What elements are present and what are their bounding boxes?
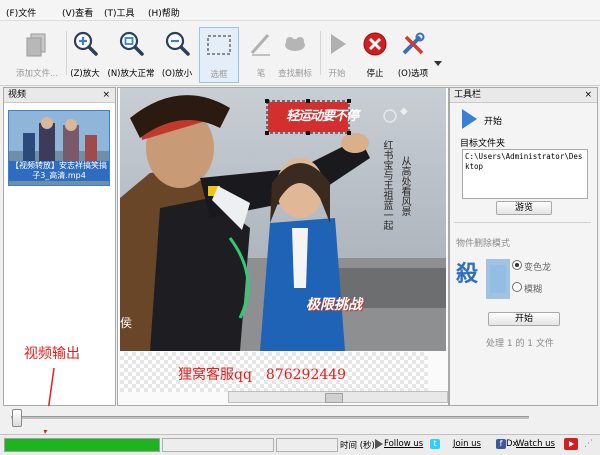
menu-file[interactable]: (F)文件 bbox=[6, 6, 36, 19]
mode-chameleon-radio[interactable] bbox=[512, 260, 522, 270]
toolbar: 添加文件... (Z)放大 (N)放大正常 (O)放小 选框 笔 查找删标 开始… bbox=[0, 21, 600, 86]
menu-help[interactable]: (H)帮助 bbox=[148, 6, 180, 19]
watermark-text: 狸窝客服qq 876292449 bbox=[178, 367, 347, 383]
play-small-icon[interactable] bbox=[374, 439, 384, 449]
menu-bar: (F)文件 (V)查看 (T)工具 (H)帮助 bbox=[0, 0, 600, 21]
close-icon[interactable]: × bbox=[102, 88, 110, 102]
watch-us-link[interactable]: Watch us bbox=[516, 439, 555, 449]
mode-blur-radio[interactable] bbox=[512, 282, 522, 292]
options-button[interactable]: (O)选项 bbox=[386, 27, 440, 81]
output-progress-fill bbox=[5, 439, 159, 451]
timeline-track[interactable] bbox=[11, 416, 529, 419]
tool-start-label: 开始 bbox=[484, 117, 503, 127]
caption-line-1: 红书宝与王祖蓝一起 bbox=[381, 140, 392, 230]
video-thumbnail[interactable]: 【视频转放】安志祥搞笑搞子3_高清.mp4 bbox=[8, 110, 110, 186]
add-file-icon bbox=[26, 33, 46, 57]
show-logo: 极限挑战 bbox=[306, 297, 362, 313]
find-remove-icon bbox=[285, 37, 305, 51]
tool-panel: 工具栏 × 开始 目标文件夹 C:\Users\Administrator\De… bbox=[449, 87, 598, 406]
zoom-in-icon bbox=[73, 31, 98, 56]
time-label: 时间 (秒): bbox=[340, 441, 378, 451]
remove-mode-label: 物件删除模式 bbox=[456, 239, 511, 249]
timeline-area bbox=[3, 406, 596, 430]
video-panel-title: 视频 × bbox=[4, 88, 115, 103]
facebook-icon[interactable]: f bbox=[496, 439, 506, 449]
video-file-name: 【视频转放】安志祥搞笑搞子3_高清.mp4 bbox=[9, 161, 109, 181]
menu-view[interactable]: (V)查看 bbox=[62, 6, 93, 19]
progress-text: 处理 1 的 1 文件 bbox=[486, 339, 554, 349]
divider bbox=[454, 222, 591, 223]
tv-logo-icon: ◆ bbox=[400, 106, 408, 117]
status-bar: 时间 (秒): Follow us t Join us f Dx Watch u… bbox=[0, 434, 600, 455]
video-panel-title-text: 视频 bbox=[8, 90, 27, 100]
mode-preview-icon: 殺 bbox=[456, 259, 510, 299]
twitter-icon[interactable]: t bbox=[430, 439, 440, 449]
subtitle-text: 侯 bbox=[120, 316, 133, 330]
tool-panel-title-text: 工具栏 bbox=[454, 90, 482, 100]
options-label: (O)选项 bbox=[397, 69, 429, 79]
browse-button[interactable]: 游览 bbox=[496, 201, 552, 215]
zoom-normal-icon bbox=[119, 31, 144, 56]
resize-grip-icon[interactable]: ⋰ bbox=[584, 439, 593, 449]
youtube-icon[interactable] bbox=[564, 438, 578, 450]
select-box-icon bbox=[207, 35, 231, 55]
menu-tools[interactable]: (T)工具 bbox=[104, 6, 135, 19]
output-progress-bar bbox=[4, 438, 160, 452]
process-start-button[interactable]: 开始 bbox=[488, 312, 560, 326]
mode-blur-label: 模糊 bbox=[524, 285, 543, 295]
annotation-label: 视频输出 bbox=[24, 346, 80, 362]
options-dropdown-icon[interactable] bbox=[434, 61, 442, 67]
target-folder-input[interactable]: C:\Users\Administrator\Desktop bbox=[462, 149, 588, 199]
status-field bbox=[162, 438, 274, 452]
horizontal-scrollbar[interactable] bbox=[228, 391, 448, 403]
close-icon[interactable]: × bbox=[584, 88, 592, 102]
tool-panel-title: 工具栏 × bbox=[450, 88, 597, 103]
status-field bbox=[276, 438, 338, 452]
scrollbar-thumb[interactable] bbox=[325, 393, 343, 403]
timeline-slider-handle[interactable] bbox=[12, 409, 22, 427]
preview-area: 轻运动要不停 ◆ 红书宝与王祖蓝一起 从高处看风景 侯 极限挑战 狸窝客服qq … bbox=[117, 87, 449, 406]
play-icon[interactable] bbox=[460, 108, 478, 130]
zoom-out-icon bbox=[165, 31, 190, 56]
mode-chameleon-label: 变色龙 bbox=[524, 263, 552, 273]
follow-us-link[interactable]: Follow us bbox=[384, 439, 423, 449]
svg-text:殺: 殺 bbox=[456, 261, 479, 287]
tools-icon bbox=[402, 32, 425, 55]
target-folder-label: 目标文件夹 bbox=[460, 139, 506, 149]
caption-line-2: 从高处看风景 bbox=[399, 156, 410, 216]
video-frame[interactable] bbox=[120, 88, 446, 351]
sticker-text: 轻运动要不停 bbox=[286, 109, 359, 124]
radio-dot bbox=[515, 263, 519, 267]
join-us-link[interactable]: Join us bbox=[453, 439, 481, 449]
